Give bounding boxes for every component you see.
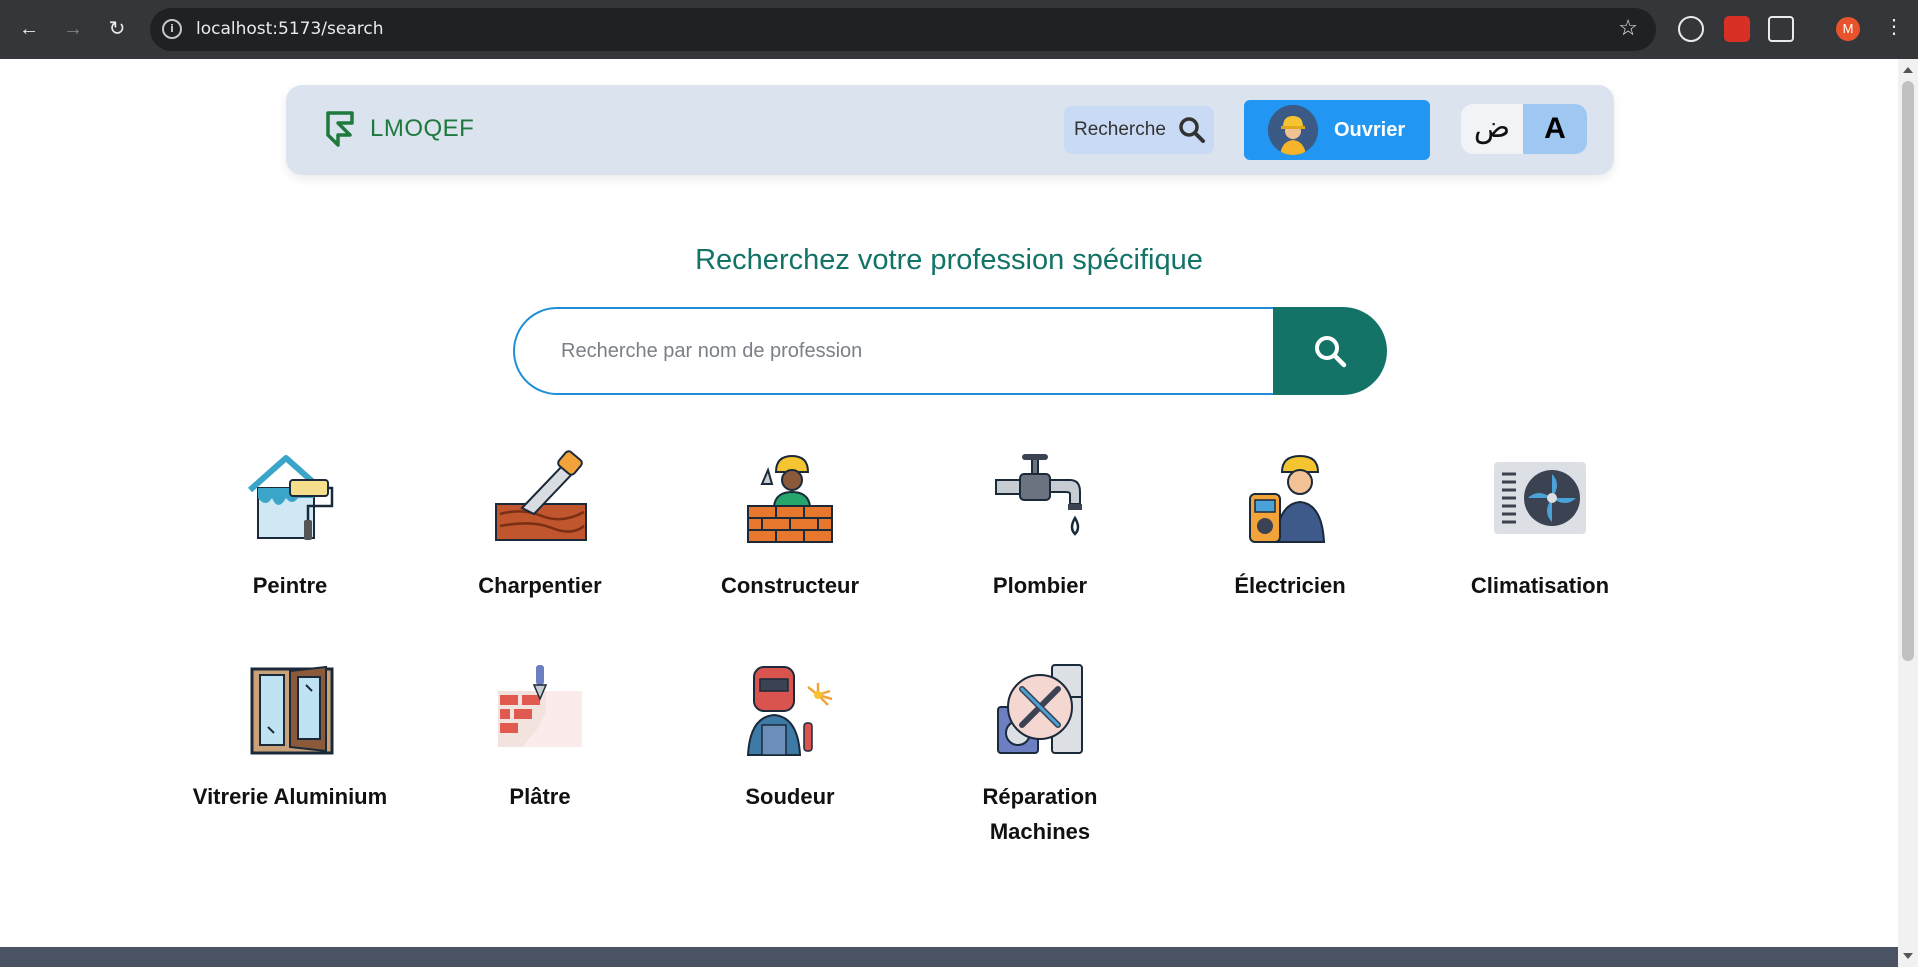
puzzle-icon[interactable] xyxy=(1768,16,1794,42)
electrician-icon xyxy=(1249,454,1326,543)
window-frame-icon xyxy=(250,665,334,755)
reload-icon[interactable]: ↻ xyxy=(102,14,132,44)
saw-wood-icon xyxy=(495,450,587,541)
nav-search-label: Recherche xyxy=(1074,119,1166,140)
profile-avatar[interactable]: M xyxy=(1836,17,1860,41)
language-toggle: ض A xyxy=(1461,104,1587,154)
profession-card[interactable]: Peintre xyxy=(190,450,390,603)
scroll-up-icon[interactable] xyxy=(1903,67,1913,73)
brand-name: LMOQEF xyxy=(370,115,475,142)
logo-icon xyxy=(326,111,354,147)
faucet-icon xyxy=(995,454,1082,536)
profession-card[interactable]: Constructeur xyxy=(690,450,890,603)
profession-card[interactable]: Réparation Machines xyxy=(940,661,1140,849)
search-icon xyxy=(1315,336,1347,368)
scrollbar-thumb[interactable] xyxy=(1902,81,1914,661)
profession-card[interactable]: Plâtre xyxy=(440,661,640,814)
scroll-down-icon[interactable] xyxy=(1903,953,1913,959)
profession-card[interactable]: Électricien xyxy=(1190,450,1390,603)
bricklayer-icon xyxy=(747,454,833,543)
profession-card[interactable]: Soudeur xyxy=(690,661,890,814)
search-submit-button[interactable] xyxy=(1273,307,1387,395)
site-navbar: LMOQEF Recherche Ouvrier ض A xyxy=(286,85,1614,175)
profession-label: Soudeur xyxy=(745,784,835,809)
profession-label: Électricien xyxy=(1234,573,1346,598)
profession-label: Charpentier xyxy=(478,573,602,598)
profession-card[interactable]: Climatisation xyxy=(1440,450,1640,603)
plaster-wall-icon xyxy=(498,665,582,747)
back-icon[interactable]: ← xyxy=(14,14,44,44)
extension-icon[interactable] xyxy=(1724,16,1750,42)
profession-label: Climatisation xyxy=(1470,573,1610,598)
page-scrollbar[interactable] xyxy=(1898,59,1918,967)
search-icon xyxy=(1179,117,1205,143)
bookmark-star-icon[interactable]: ☆ xyxy=(1618,15,1638,41)
extension-icon[interactable] xyxy=(1678,16,1704,42)
forward-icon[interactable]: → xyxy=(58,14,88,44)
page: LMOQEF Recherche Ouvrier ض A Recherchez … xyxy=(0,59,1898,967)
painter-house-icon xyxy=(248,455,334,540)
profession-card[interactable]: Vitrerie Aluminium xyxy=(190,661,390,814)
worker-avatar-icon xyxy=(1268,105,1318,155)
profession-label: Peintre xyxy=(252,573,328,598)
nav-search-button[interactable]: Recherche xyxy=(1064,106,1214,154)
ouvrier-label: Ouvrier xyxy=(1334,118,1406,141)
profession-label: Plombier xyxy=(992,573,1088,598)
welder-icon xyxy=(746,666,833,756)
profession-label: Constructeur xyxy=(720,573,860,598)
browser-toolbar: ← → ↻ i localhost:5173/search ☆ M ⋮ xyxy=(0,0,1918,59)
lang-french-button[interactable]: A xyxy=(1523,104,1587,154)
url-text[interactable]: localhost:5173/search xyxy=(196,19,384,39)
profession-card[interactable]: Charpentier xyxy=(440,450,640,603)
footer xyxy=(0,947,1898,967)
ouvrier-button[interactable]: Ouvrier xyxy=(1244,100,1430,160)
page-title: Recherchez votre profession spécifique xyxy=(695,244,1203,276)
profession-search-input[interactable] xyxy=(513,307,1273,395)
lang-arabic-button[interactable]: ض xyxy=(1461,104,1523,154)
profession-label: Vitrerie Aluminium xyxy=(192,784,388,809)
site-info-icon[interactable]: i xyxy=(162,19,182,39)
air-conditioner-icon xyxy=(1494,462,1586,534)
menu-dots-icon[interactable]: ⋮ xyxy=(1884,14,1904,39)
appliance-repair-icon xyxy=(997,664,1083,754)
profession-label: Réparation Machines xyxy=(982,784,1098,844)
brand[interactable]: LMOQEF xyxy=(322,109,474,149)
profession-card[interactable]: Plombier xyxy=(940,450,1140,603)
profession-search xyxy=(513,307,1387,395)
profession-label: Plâtre xyxy=(509,784,571,809)
address-bar[interactable]: i localhost:5173/search ☆ xyxy=(150,8,1656,51)
